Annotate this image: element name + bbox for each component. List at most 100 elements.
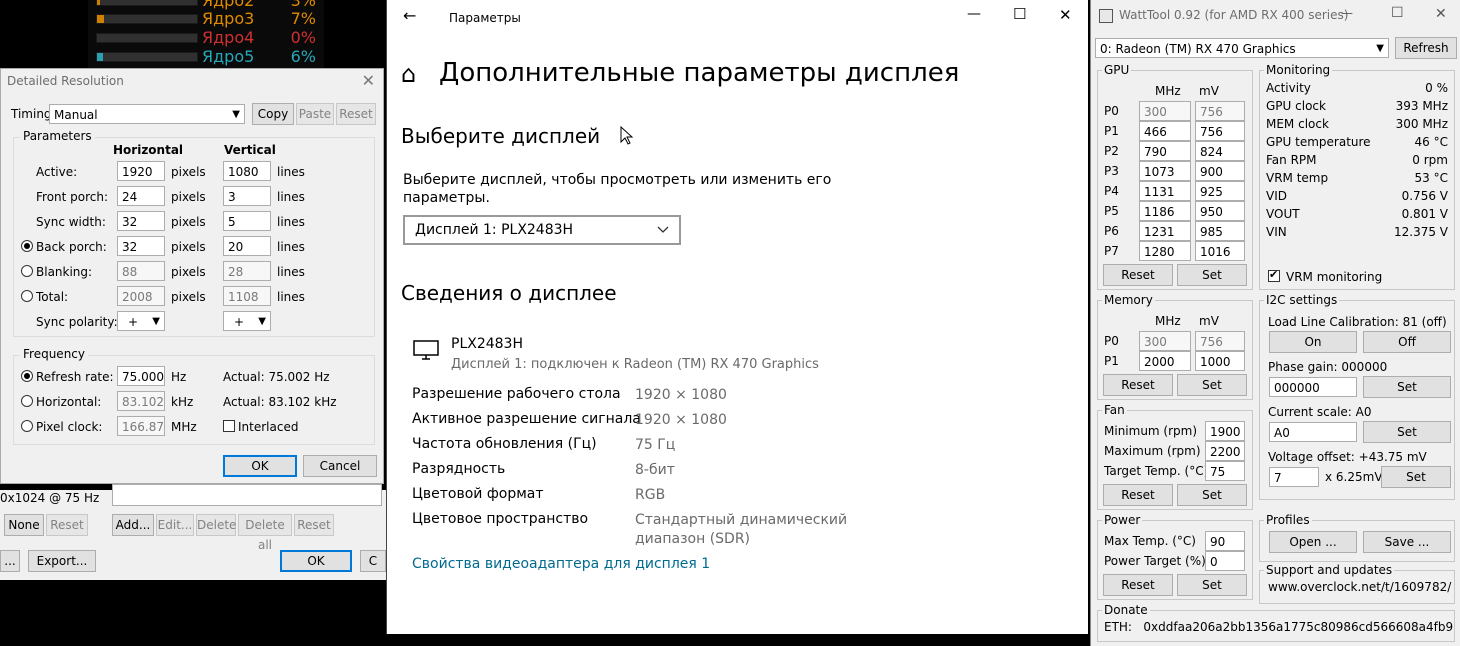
memory-set-button[interactable]: Set xyxy=(1177,374,1247,396)
fan-target-input[interactable]: 75 xyxy=(1205,461,1245,481)
ok-button[interactable]: OK xyxy=(280,550,352,572)
h-active-input[interactable]: 1920 xyxy=(117,161,165,181)
p7-mhz-input[interactable]: 1280 xyxy=(1139,241,1191,261)
p2-mv-input[interactable]: 824 xyxy=(1195,141,1245,161)
home-icon[interactable]: ⌂ xyxy=(401,60,416,88)
export-button[interactable]: Export... xyxy=(28,550,96,572)
h-sync-width-input[interactable]: 32 xyxy=(117,211,165,231)
v-back-porch-input[interactable]: 20 xyxy=(223,236,271,256)
back-arrow-icon[interactable]: ← xyxy=(403,6,416,25)
mem-p1-mv-input[interactable]: 1000 xyxy=(1195,351,1245,371)
cancel-button[interactable]: Cancel xyxy=(303,455,377,477)
v-blanking-input[interactable]: 28 xyxy=(223,261,271,281)
mem-p1-mhz-input[interactable]: 2000 xyxy=(1139,351,1191,371)
p0-mhz-input[interactable]: 300 xyxy=(1139,101,1191,121)
v-sync-polarity-select[interactable]: + ▼ xyxy=(223,311,271,331)
p6-mhz-input[interactable]: 1231 xyxy=(1139,221,1191,241)
fan-max-input[interactable]: 2200 xyxy=(1205,441,1245,461)
p5-mhz-input[interactable]: 1186 xyxy=(1139,201,1191,221)
p2-mhz-input[interactable]: 790 xyxy=(1139,141,1191,161)
add-button[interactable]: Add... xyxy=(112,514,154,536)
adapter-properties-link[interactable]: Свойства видеоадаптера для дисплея 1 xyxy=(412,556,710,572)
phase-gain-input[interactable]: 000000 xyxy=(1269,377,1357,397)
current-scale-set-button[interactable]: Set xyxy=(1363,421,1451,443)
blanking-radio[interactable] xyxy=(21,265,33,277)
refresh-button[interactable]: Refresh xyxy=(1395,37,1457,59)
resolution-list[interactable] xyxy=(112,484,382,506)
v-active-input[interactable]: 1080 xyxy=(223,161,271,181)
v-total-input[interactable]: 1108 xyxy=(223,286,271,306)
p1-mv-input[interactable]: 756 xyxy=(1195,121,1245,141)
p3-mhz-input[interactable]: 1073 xyxy=(1139,161,1191,181)
timing-select[interactable]: Manual ▼ xyxy=(49,104,245,124)
p4-mhz-input[interactable]: 1131 xyxy=(1139,181,1191,201)
p3-mv-input[interactable]: 900 xyxy=(1195,161,1245,181)
open-profile-button[interactable]: Open ... xyxy=(1269,531,1357,553)
reset-button[interactable]: Reset xyxy=(46,514,88,536)
paste-button[interactable]: Paste xyxy=(296,103,334,125)
horizontal-freq-radio[interactable] xyxy=(21,395,33,407)
maximize-icon[interactable]: ☐ xyxy=(1013,5,1026,23)
vrm-monitoring-checkbox[interactable] xyxy=(1268,268,1280,282)
llc-off-button[interactable]: Off xyxy=(1363,331,1451,353)
refresh-rate-input[interactable]: 75.000 xyxy=(117,366,165,386)
minimize-icon[interactable]: — xyxy=(967,6,981,22)
gpu-set-button[interactable]: Set xyxy=(1177,264,1247,286)
power-target-input[interactable]: 0 xyxy=(1205,551,1245,571)
close-icon[interactable]: ✕ xyxy=(1435,6,1447,22)
max-temp-input[interactable]: 90 xyxy=(1205,531,1245,551)
minimize-icon[interactable]: — xyxy=(1341,6,1353,20)
reset-button[interactable]: Reset xyxy=(336,103,376,125)
mem-p0-mv-input[interactable]: 756 xyxy=(1195,331,1245,351)
pixel-clock-radio[interactable] xyxy=(21,420,33,432)
v-sync-width-input[interactable]: 5 xyxy=(223,211,271,231)
p0-mv-input[interactable]: 756 xyxy=(1195,101,1245,121)
memory-reset-button[interactable]: Reset xyxy=(1103,374,1173,396)
power-set-button[interactable]: Set xyxy=(1177,574,1247,596)
close-icon[interactable]: ✕ xyxy=(362,71,375,90)
edit-button[interactable]: Edit... xyxy=(156,514,194,536)
gpu-reset-button[interactable]: Reset xyxy=(1103,264,1173,286)
p4-mv-input[interactable]: 925 xyxy=(1195,181,1245,201)
phase-gain-set-button[interactable]: Set xyxy=(1363,376,1451,398)
maximize-icon[interactable]: ☐ xyxy=(1391,5,1404,21)
delete-button[interactable]: Delete xyxy=(196,514,236,536)
close-icon[interactable]: ✕ xyxy=(1059,6,1072,24)
h-blanking-input[interactable]: 88 xyxy=(117,261,165,281)
h-sync-polarity-select[interactable]: + ▼ xyxy=(117,311,165,331)
mem-p0-mhz-input[interactable]: 300 xyxy=(1139,331,1191,351)
h-total-input[interactable]: 2008 xyxy=(117,286,165,306)
display-select[interactable]: Дисплей 1: PLX2483H xyxy=(403,215,681,245)
support-link[interactable]: www.overclock.net/t/1609782/ xyxy=(1268,579,1451,595)
current-scale-input[interactable]: A0 xyxy=(1269,422,1357,442)
interlaced-checkbox[interactable] xyxy=(223,420,235,432)
h-back-porch-input[interactable]: 32 xyxy=(117,236,165,256)
copy-button[interactable]: Copy xyxy=(252,103,294,125)
fan-reset-button[interactable]: Reset xyxy=(1103,484,1173,506)
back-porch-radio[interactable] xyxy=(21,240,33,252)
horizontal-freq-input[interactable]: 83.102 xyxy=(117,391,165,411)
p7-mv-input[interactable]: 1016 xyxy=(1195,241,1245,261)
power-reset-button[interactable]: Reset xyxy=(1103,574,1173,596)
p1-mhz-input[interactable]: 466 xyxy=(1139,121,1191,141)
none-button[interactable]: None xyxy=(4,514,44,536)
pixel-clock-input[interactable]: 166.87 xyxy=(117,416,165,436)
gpu-select[interactable]: 0: Radeon (TM) RX 470 Graphics ▼ xyxy=(1095,38,1389,58)
p5-mv-input[interactable]: 950 xyxy=(1195,201,1245,221)
fan-set-button[interactable]: Set xyxy=(1177,484,1247,506)
voltage-offset-input[interactable]: 7 xyxy=(1269,467,1319,487)
h-front-porch-input[interactable]: 24 xyxy=(117,186,165,206)
delete-all-button[interactable]: Delete all xyxy=(238,514,292,552)
cancel-button[interactable]: C xyxy=(360,550,386,572)
save-profile-button[interactable]: Save ... xyxy=(1363,531,1451,553)
p6-mv-input[interactable]: 985 xyxy=(1195,221,1245,241)
v-front-porch-input[interactable]: 3 xyxy=(223,186,271,206)
import-button[interactable]: ... xyxy=(0,550,20,572)
total-radio[interactable] xyxy=(21,290,33,302)
fan-min-input[interactable]: 1900 xyxy=(1205,421,1245,441)
llc-on-button[interactable]: On xyxy=(1269,331,1357,353)
refresh-rate-radio[interactable] xyxy=(21,370,33,382)
ok-button[interactable]: OK xyxy=(223,455,297,477)
reset-all-button[interactable]: Reset xyxy=(294,514,334,536)
voltage-offset-set-button[interactable]: Set xyxy=(1381,466,1451,488)
